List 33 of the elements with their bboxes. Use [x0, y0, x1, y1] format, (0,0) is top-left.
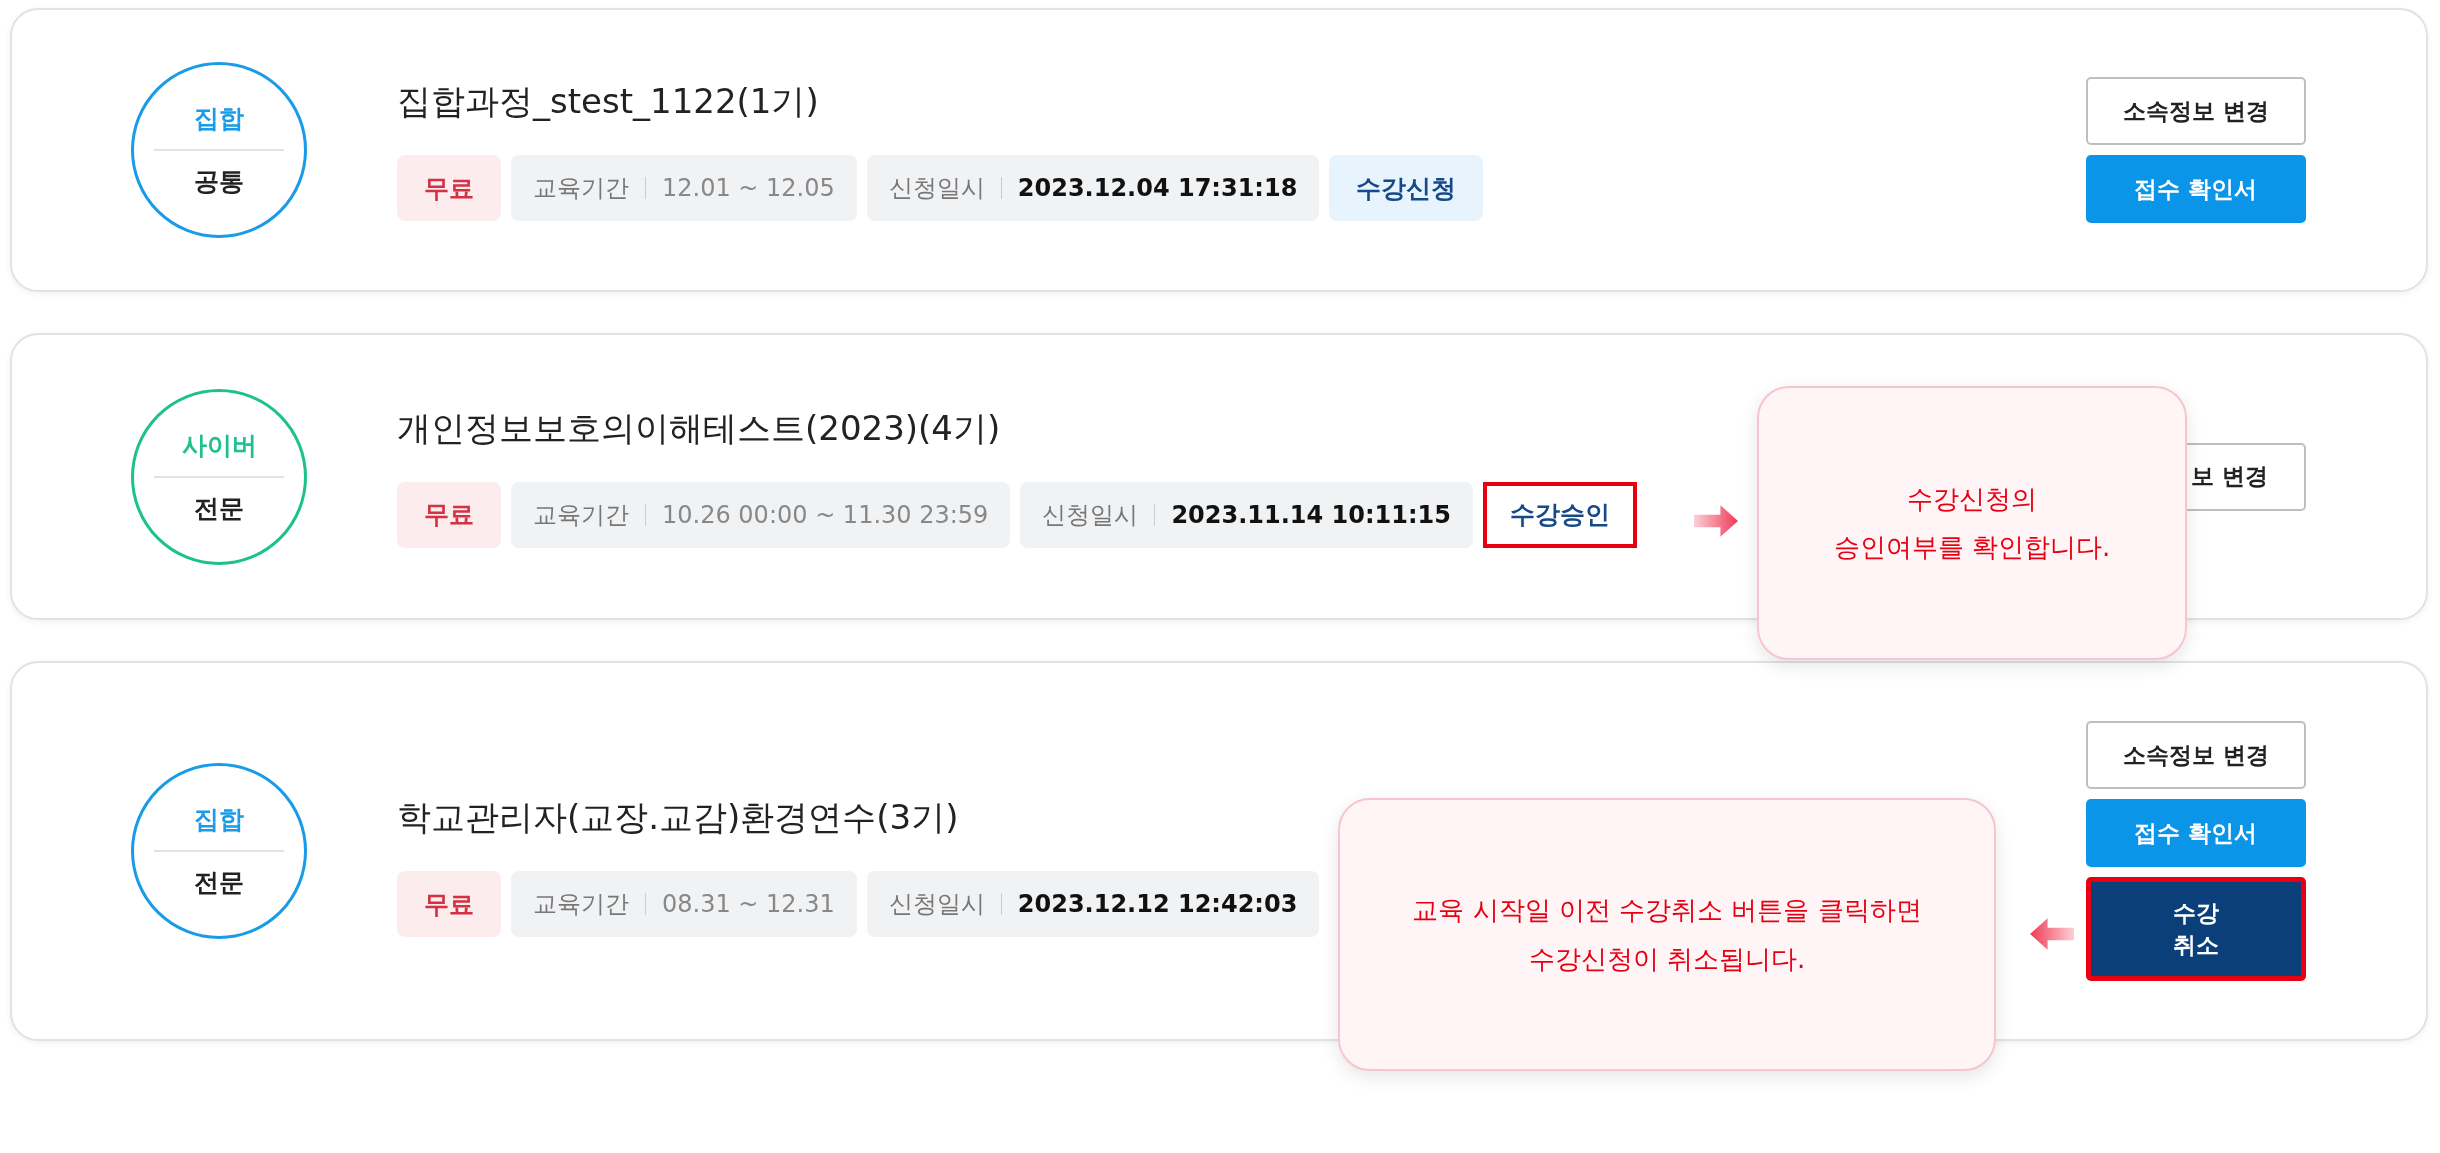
- info-value: 2023.12.12 12:42:03: [1017, 890, 1298, 918]
- info-label: 신청일시: [888, 173, 985, 204]
- price-tag: 무료: [397, 155, 501, 221]
- arrow-icon: [2030, 918, 2074, 950]
- action-button[interactable]: 수강 취소: [2086, 877, 2306, 981]
- status-tag: 수강승인: [1482, 481, 1637, 548]
- info-label: 교육기간: [533, 173, 629, 204]
- info-value: 08.31 ~ 12.31: [662, 890, 835, 918]
- info-value: 12.01 ~ 12.05: [662, 174, 835, 202]
- category-type: 집합: [154, 102, 284, 151]
- info-value: 10.26 00:00 ~ 11.30 23:59: [662, 500, 989, 529]
- category-level: 전문: [194, 867, 244, 899]
- callout-tooltip: 수강신청의 승인여부를 확인합니다.: [1757, 386, 2187, 660]
- status-tag: 수강신청: [1329, 155, 1484, 221]
- price-tag: 무료: [397, 871, 501, 937]
- arrow-icon: [1694, 505, 1738, 537]
- category-level: 공통: [194, 166, 244, 198]
- action-button[interactable]: 소속정보 변경: [2086, 721, 2306, 789]
- callout-tooltip: 교육 시작일 이전 수강취소 버튼을 클릭하면 수강신청이 취소됩니다.: [1338, 798, 1996, 1071]
- category-type: 사이버: [154, 428, 284, 478]
- info-label: 교육기간: [533, 499, 629, 531]
- course-title: 개인정보보호의이해테스트(2023)(4기): [397, 406, 1002, 450]
- category-level: 전문: [194, 492, 244, 525]
- info-value: 2023.11.14 10:11:15: [1171, 500, 1451, 529]
- category-type: 집합: [154, 803, 284, 852]
- info-label: 신청일시: [888, 889, 985, 920]
- course-title: 집합과정_stest_1122(1기): [397, 80, 820, 123]
- course-title: 학교관리자(교장.교감)환경연수(3기): [397, 796, 960, 839]
- info-label: 교육기간: [533, 889, 629, 920]
- action-button[interactable]: 소속정보 변경: [2086, 77, 2306, 145]
- info-label: 신청일시: [1042, 499, 1139, 531]
- info-value: 2023.12.04 17:31:18: [1017, 174, 1298, 202]
- price-tag: 무료: [397, 481, 501, 548]
